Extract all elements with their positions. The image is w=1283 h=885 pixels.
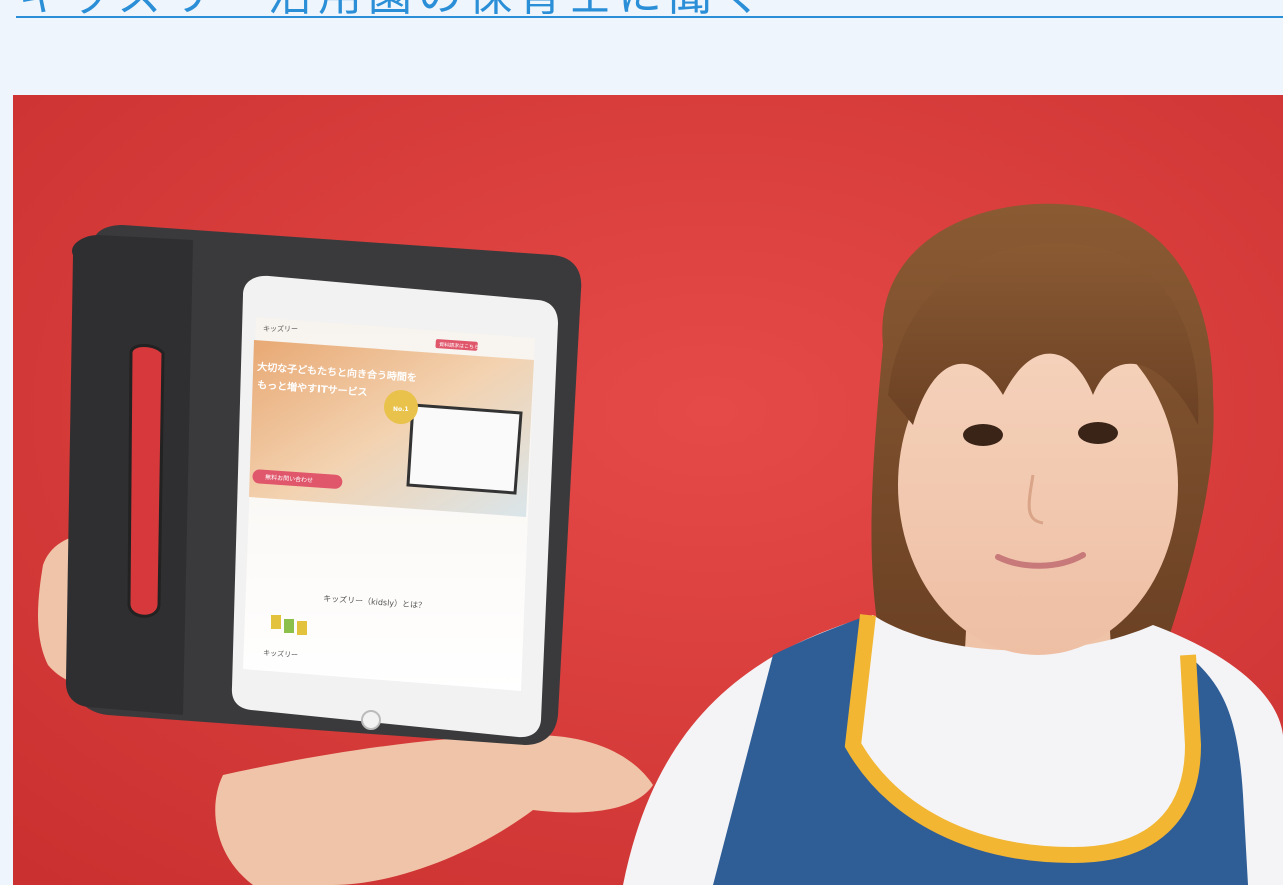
page: キッズリー活用園の保育士に聞く [0,0,1283,885]
woman-left-eye [963,424,1003,446]
article-photo: キッズリー 資料請求はこちら 大切な子どもたちと向き合う時間を もっと増やすIT… [13,95,1283,885]
photo-illustration: キッズリー 資料請求はこちら 大切な子どもたちと向き合う時間を もっと増やすIT… [13,95,1283,885]
headline-underline [16,16,1283,18]
tablet-badge-text: No.1 [393,406,409,413]
tablet-site-name: キッズリー [263,324,298,333]
woman-right-eye [1078,422,1118,444]
tablet-home-button [361,710,381,730]
